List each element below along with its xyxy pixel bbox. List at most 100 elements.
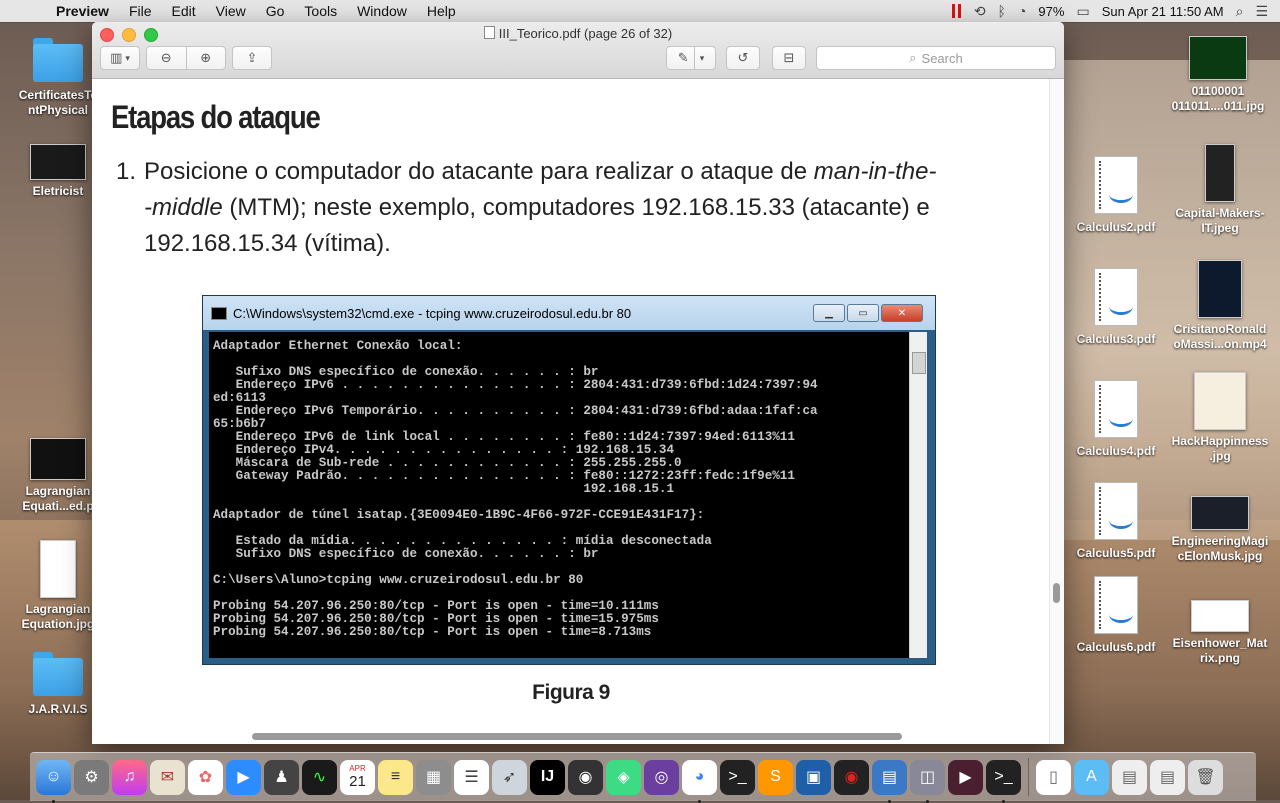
preview-app-icon[interactable]: ▤ [872,759,907,803]
applications-folder-icon[interactable]: A [1074,759,1109,795]
toolbox-icon: ⊟ [783,50,795,65]
activity-monitor-icon[interactable]: ∿ [302,759,337,795]
search-field[interactable]: ⌕ Search [816,46,1056,70]
desktop-icon-label: HackHappinness .jpg [1171,434,1269,463]
intellij-icon[interactable]: IJ [530,759,565,795]
image-thumbnail-icon [1189,36,1247,80]
desktop-file-hackhappiness[interactable]: HackHappinness .jpg [1170,372,1270,464]
paragraph-line-3: 192.168.15.34 (vítima). [144,230,391,257]
share-button[interactable]: ⇪ [232,46,272,70]
menu-app-name[interactable]: Preview [46,0,119,22]
finder-icon[interactable]: ☺ [36,759,71,803]
screenshots-stack-icon[interactable]: ▤ [1150,759,1185,795]
podcasts-icon[interactable]: ◎ [644,759,679,795]
window-title-text: III_Teorico.pdf (page 26 of 32) [498,26,673,41]
preview-window: III_Teorico.pdf (page 26 of 32) ▥ ▾ ⊖ ⊕ ⇪… [92,22,1064,744]
close-icon: ✕ [881,304,923,322]
desktop-file-calculus4[interactable]: Calculus4.pdf [1066,380,1166,459]
rotate-button[interactable]: ↺ [726,46,760,70]
android-studio-icon[interactable]: ◈ [606,759,641,795]
virtualbox-icon[interactable]: ▣ [796,759,831,795]
spotlight-search-icon[interactable]: ⌕ [1236,3,1244,20]
desktop-file-calculus2[interactable]: Calculus2.pdf [1066,156,1166,235]
reminders-icon[interactable]: ☰ [454,759,489,795]
chess-icon[interactable]: ♟ [264,759,299,795]
downloads-stack-icon[interactable]: ▤ [1112,759,1147,795]
scroll-thumb[interactable] [1053,583,1060,603]
video-thumbnail-icon [1198,260,1242,318]
menu-edit[interactable]: Edit [162,0,206,22]
pdf-document-icon [1094,156,1138,214]
wifi-icon[interactable]: ◔ [1018,3,1026,19]
terminal-window-icon[interactable]: >_ [986,759,1021,803]
screen-recorder-icon[interactable]: ◉ [834,759,869,795]
italic-text-run: -middle [144,194,223,221]
photo-booth-icon[interactable]: ✉ [150,759,185,795]
chrome-icon[interactable]: ◕ [682,759,717,803]
zoom-out-icon[interactable]: ⊖ [147,50,186,66]
calendar-icon[interactable]: APR 21 [340,759,375,795]
desktop-icon-label: EngineeringMagi cElonMusk.jpg [1171,534,1269,563]
pdf-document-icon [1094,268,1138,326]
launchpad-icon[interactable]: ➶ [492,759,527,795]
menu-help[interactable]: Help [417,0,466,22]
document-stack-icon[interactable]: ▯ [1036,759,1071,795]
pdf-page[interactable]: Etapas do ataque 1. Posicione o computado… [92,79,1050,744]
sublime-text-icon[interactable]: S [758,759,793,795]
time-machine-icon[interactable]: ⟲ [974,3,986,20]
image-thumbnail-icon [1205,144,1235,202]
recording-pause-icon[interactable] [951,4,962,18]
cmd-titlebar: C:\Windows\system32\cmd.exe - tcping www… [203,296,935,330]
sidebar-toggle-button[interactable]: ▥ ▾ [100,46,140,70]
menu-tools[interactable]: Tools [294,0,347,22]
itunes-icon[interactable]: ♫ [112,759,147,795]
desktop-file-engineering-magic[interactable]: EngineeringMagi cElonMusk.jpg [1170,496,1270,564]
menu-window[interactable]: Window [347,0,417,22]
bluetooth-icon[interactable]: ᛒ [998,3,1006,19]
horizontal-scrollbar[interactable] [252,733,902,740]
page-heading: Etapas do ataque [111,99,321,135]
desktop-file-calculus6[interactable]: Calculus6.pdf [1066,576,1166,655]
menu-view[interactable]: View [206,0,256,22]
desktop-file-cristiano-video[interactable]: CrisitanoRonald oMassi...on.mp4 [1170,260,1270,352]
system-preferences-icon[interactable]: ⚙ [74,759,109,795]
desktop-file-calculus3[interactable]: Calculus3.pdf [1066,268,1166,347]
menu-go[interactable]: Go [256,0,295,22]
menu-file[interactable]: File [119,0,162,22]
folder-icon [33,38,83,82]
notes-icon[interactable]: ≡ [378,759,413,795]
chevron-down-icon: ▾ [125,52,130,63]
battery-icon[interactable]: ▭ [1076,3,1089,20]
trash-icon[interactable]: 🗑 [1188,759,1223,795]
eclipse-icon[interactable]: ◉ [568,759,603,795]
photos-icon[interactable]: ✿ [188,759,223,795]
desktop-file-calculus5[interactable]: Calculus5.pdf [1066,482,1166,561]
desktop-icon-label: Calculus3.pdf [1076,332,1156,346]
share-icon: ⇪ [246,50,258,65]
figure-caption: Figura 9 [532,681,610,704]
desktop-icon-label: CrisitanoRonald oMassi...on.mp4 [1173,322,1267,351]
image-capture-icon[interactable]: ◫ [910,759,945,803]
terminal-icon[interactable]: >_ [720,759,755,795]
desktop-icon-label: Lagrangian Equation.jpg [21,602,95,631]
image-thumbnail-icon [1191,496,1249,530]
vertical-scrollbar[interactable] [1049,79,1064,744]
folder-icon [33,652,83,696]
desktop-file-eisenhower[interactable]: Eisenhower_Mat rix.png [1170,600,1270,666]
list-number: 1. [116,158,137,185]
window-title: III_Teorico.pdf (page 26 of 32) [92,26,1064,41]
calculator-icon[interactable]: ▦ [416,759,451,795]
markup-pen-button[interactable]: ✎ ▾ [666,46,716,70]
zoom-app-icon[interactable]: ▶ [226,759,261,795]
apple-menu-icon[interactable] [18,3,34,19]
media-app-icon[interactable]: ▶ [948,759,983,795]
clock[interactable]: Sun Apr 21 11:50 AM [1102,4,1224,19]
cmd-console: Adaptador Ethernet Conexão local: Sufixo… [209,332,927,658]
desktop-file-binary-jpg[interactable]: 01100001 011011....011.jpg [1168,36,1268,114]
desktop-file-capital-makers[interactable]: Capital-Makers- IT.jpeg [1170,144,1270,236]
search-placeholder: Search [921,50,963,66]
markup-toolbox-button[interactable]: ⊟ [772,46,806,70]
zoom-in-icon[interactable]: ⊕ [187,50,226,66]
notification-center-icon[interactable]: ☰ [1255,3,1268,20]
battery-percent[interactable]: 97% [1038,4,1064,19]
